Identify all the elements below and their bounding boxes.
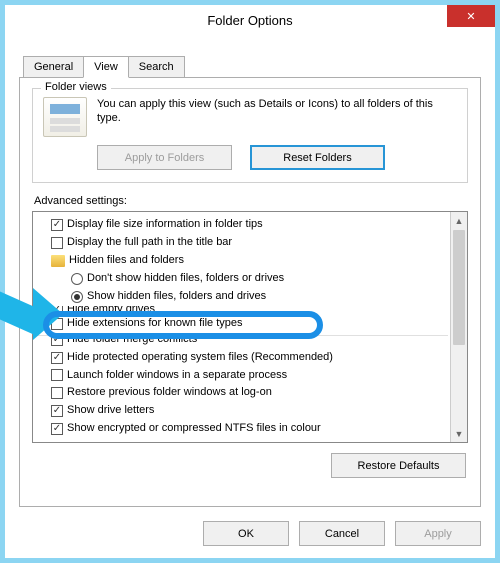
window-title: Folder Options: [207, 13, 292, 28]
item-label: Show drive letters: [67, 403, 154, 419]
folder-views-text: You can apply this view (such as Details…: [97, 97, 457, 126]
checkbox[interactable]: [51, 219, 63, 231]
list-item[interactable]: Hide empty drives: [35, 306, 448, 315]
item-label: Don't show hidden files, folders or driv…: [87, 271, 284, 287]
item-label: Hidden files and folders: [69, 253, 184, 269]
item-label: Hide folder merge conflicts: [67, 332, 197, 348]
restore-defaults-button[interactable]: Restore Defaults: [331, 453, 466, 478]
checkbox[interactable]: [51, 334, 63, 346]
checkbox[interactable]: [51, 387, 63, 399]
annotation-arrow: [0, 296, 37, 324]
list-item[interactable]: Display file size information in folder …: [35, 216, 448, 234]
folder-icon: [51, 255, 65, 267]
item-label: Hide protected operating system files (R…: [67, 350, 333, 366]
ok-button[interactable]: OK: [203, 521, 289, 546]
item-label: Hide extensions for known file types: [67, 316, 242, 332]
radio[interactable]: [71, 291, 83, 303]
folder-options-window: Folder Options ✕ General View Search Fol…: [5, 5, 495, 558]
folder-views-icon: [43, 97, 87, 137]
list-item[interactable]: Show drive letters: [35, 402, 448, 420]
item-label: Hide empty drives: [67, 306, 155, 315]
item-label: Display file size information in folder …: [67, 217, 263, 233]
apply-button: Apply: [395, 521, 481, 546]
radio[interactable]: [71, 273, 83, 285]
checkbox[interactable]: [51, 306, 63, 315]
scrollbar[interactable]: ▲ ▼: [450, 212, 467, 442]
item-label: Launch folder windows in a separate proc…: [67, 368, 287, 384]
checkbox[interactable]: [51, 405, 63, 417]
list-item: Hidden files and folders: [35, 252, 448, 270]
tab-strip: General View Search: [23, 56, 495, 78]
apply-to-folders-button: Apply to Folders: [97, 145, 232, 170]
list-item[interactable]: Launch folder windows in a separate proc…: [35, 367, 448, 385]
close-button[interactable]: ✕: [447, 5, 495, 27]
scroll-down-button[interactable]: ▼: [451, 425, 467, 442]
advanced-settings-items[interactable]: Display file size information in folder …: [33, 212, 450, 442]
dialog-footer: OK Cancel Apply: [5, 515, 495, 558]
folder-views-title: Folder views: [41, 81, 111, 93]
checkbox[interactable]: [51, 369, 63, 381]
advanced-settings-list: Display file size information in folder …: [32, 211, 468, 443]
scroll-thumb[interactable]: [453, 230, 465, 345]
tab-view[interactable]: View: [83, 56, 129, 78]
item-label: Show hidden files, folders and drives: [87, 289, 266, 305]
tab-panel-view: Folder views You can apply this view (su…: [19, 77, 481, 507]
item-label: Show encrypted or compressed NTFS files …: [67, 421, 321, 437]
item-label: Display the full path in the title bar: [67, 235, 232, 251]
cancel-button[interactable]: Cancel: [299, 521, 385, 546]
list-item[interactable]: Display the full path in the title bar: [35, 234, 448, 252]
list-item[interactable]: Hide protected operating system files (R…: [35, 349, 448, 367]
advanced-settings-label: Advanced settings:: [34, 195, 468, 207]
list-item[interactable]: Show encrypted or compressed NTFS files …: [35, 420, 448, 438]
close-icon: ✕: [466, 10, 475, 23]
folder-views-group: Folder views You can apply this view (su…: [32, 88, 468, 183]
reset-folders-button[interactable]: Reset Folders: [250, 145, 385, 170]
list-item[interactable]: Hide folder merge conflicts: [35, 331, 448, 349]
tab-general[interactable]: General: [23, 56, 84, 78]
checkbox[interactable]: [51, 237, 63, 249]
titlebar: Folder Options ✕: [5, 5, 495, 35]
scroll-track[interactable]: [451, 346, 467, 425]
list-item[interactable]: Show hidden files, folders and drives: [35, 288, 448, 306]
list-item[interactable]: Restore previous folder windows at log-o…: [35, 384, 448, 402]
checkbox[interactable]: [51, 423, 63, 435]
tab-search[interactable]: Search: [128, 56, 185, 78]
list-item[interactable]: Don't show hidden files, folders or driv…: [35, 270, 448, 288]
checkbox[interactable]: [51, 352, 63, 364]
scroll-up-button[interactable]: ▲: [451, 212, 467, 229]
item-label: Restore previous folder windows at log-o…: [67, 385, 272, 401]
checkbox[interactable]: [51, 318, 63, 330]
